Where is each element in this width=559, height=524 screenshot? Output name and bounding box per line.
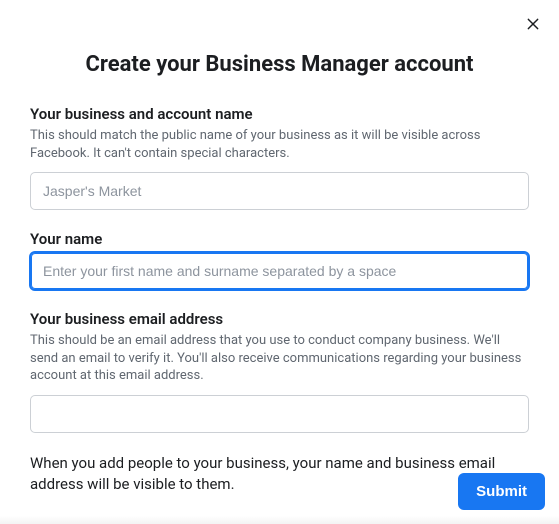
business-name-group: Your business and account name This shou… [30, 105, 529, 210]
business-name-help: This should match the public name of you… [30, 127, 529, 162]
email-label: Your business email address [30, 310, 529, 328]
visibility-note: When you add people to your business, yo… [30, 453, 529, 497]
submit-button[interactable]: Submit [458, 473, 545, 510]
dialog-content: Create your Business Manager account You… [0, 0, 559, 496]
email-help: This should be an email address that you… [30, 332, 529, 385]
your-name-group: Your name [30, 230, 529, 290]
footer-shadow [0, 516, 559, 524]
close-icon[interactable] [525, 16, 541, 32]
business-name-input[interactable] [30, 172, 529, 210]
email-group: Your business email address This should … [30, 310, 529, 433]
email-input[interactable] [30, 395, 529, 433]
business-name-label: Your business and account name [30, 105, 529, 123]
page-title: Create your Business Manager account [30, 52, 529, 77]
your-name-input[interactable] [30, 252, 529, 290]
your-name-label: Your name [30, 230, 529, 248]
